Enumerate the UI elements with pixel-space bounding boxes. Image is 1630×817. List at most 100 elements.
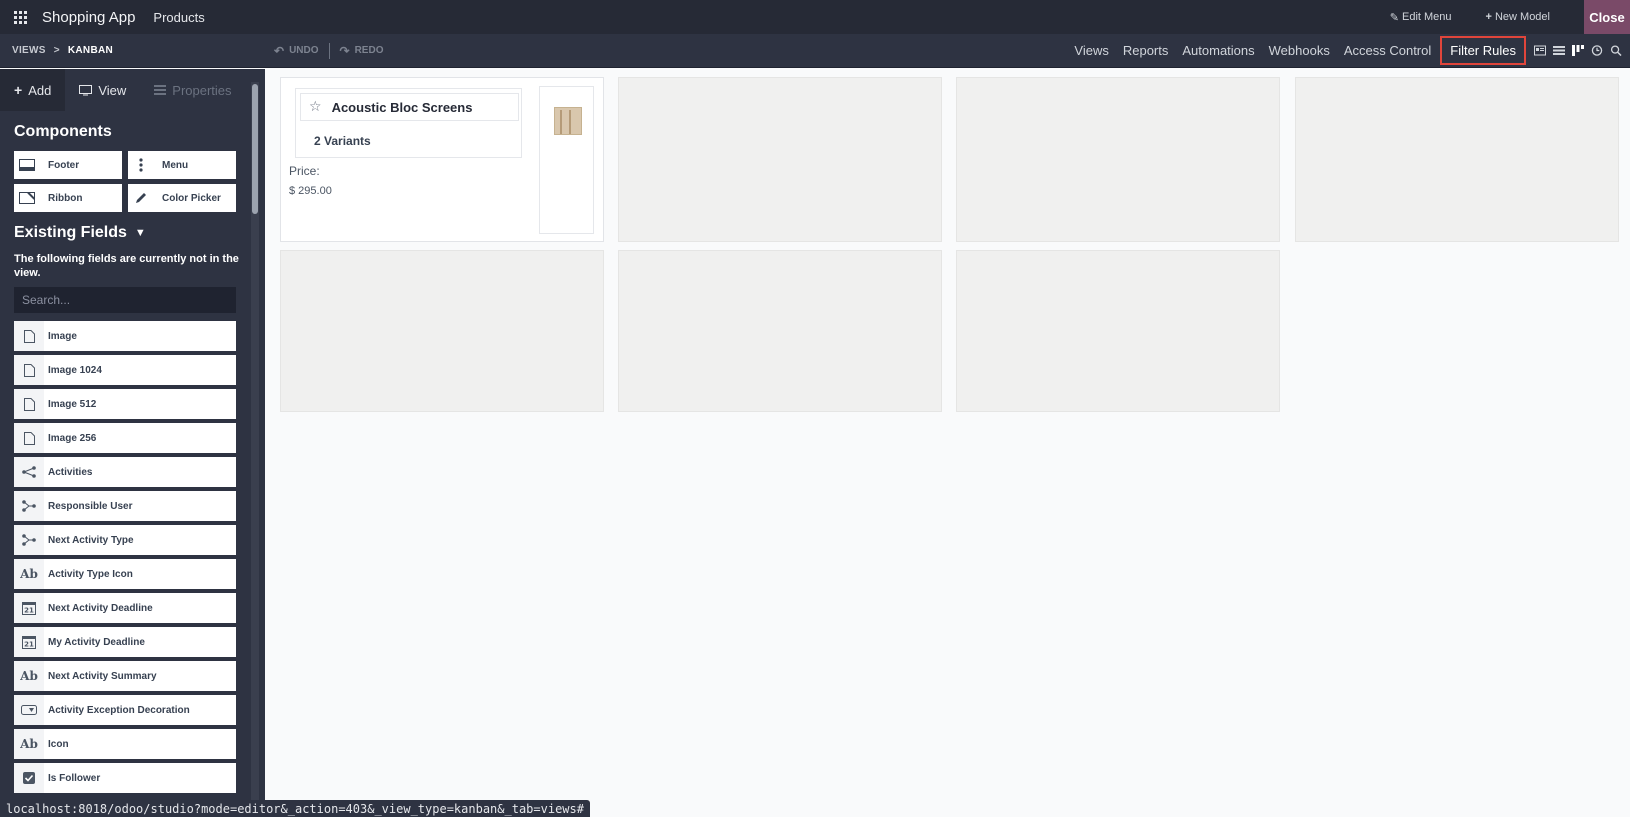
field-activities[interactable]: Activities	[14, 457, 236, 487]
card-title: Acoustic Bloc Screens	[331, 99, 473, 115]
file-icon	[14, 355, 44, 385]
menu-automations[interactable]: Automations	[1175, 43, 1261, 58]
list-view-icon[interactable]	[1553, 45, 1565, 56]
kanban-placeholder-card	[956, 250, 1280, 412]
share-icon	[14, 457, 44, 487]
selection-icon	[14, 695, 44, 725]
tab-add[interactable]: + Add	[0, 69, 66, 111]
kanban-placeholder-card	[956, 77, 1280, 242]
sidebar-scroll-thumb[interactable]	[252, 84, 258, 214]
file-icon	[14, 389, 44, 419]
component-menu[interactable]: Menu	[128, 151, 236, 179]
field-activity-type-icon[interactable]: Ab Activity Type Icon	[14, 559, 236, 589]
card-title-row: ☆ Acoustic Bloc Screens	[300, 93, 519, 121]
field-responsible-user[interactable]: Responsible User	[14, 491, 236, 521]
components-grid: Footer Menu Ribbon Color Picker	[14, 151, 265, 212]
menu-filter-rules[interactable]: Filter Rules	[1440, 36, 1526, 65]
ribbon-icon	[14, 184, 40, 212]
view-switcher	[1534, 45, 1622, 56]
menu-reports[interactable]: Reports	[1116, 43, 1176, 58]
app-title[interactable]: Shopping App	[42, 9, 135, 26]
star-icon[interactable]: ☆	[309, 99, 322, 115]
calendar-icon: 21	[14, 627, 44, 657]
close-studio-button[interactable]: Close	[1584, 0, 1630, 34]
plus-icon: +	[1485, 11, 1492, 23]
properties-icon	[154, 85, 167, 95]
studio-toolbar: VIEWS > KANBAN ↶ UNDO ↷ REDO Views Reports…	[0, 34, 1630, 68]
field-next-activity-deadline[interactable]: 21 Next Activity Deadline	[14, 593, 236, 623]
divider	[328, 42, 330, 59]
studio-sidebar: + Add View Properties Components Footer …	[0, 69, 265, 800]
kanban-card[interactable]: ☆ Acoustic Bloc Screens 2 Variants Price…	[280, 77, 604, 242]
redo-icon: ↷	[339, 43, 350, 58]
calendar-icon: 21	[14, 593, 44, 623]
undo-button[interactable]: ↶ UNDO	[274, 44, 319, 58]
menu-webhooks[interactable]: Webhooks	[1262, 43, 1337, 58]
text-icon: Ab	[14, 729, 44, 759]
tab-view[interactable]: View	[65, 69, 140, 111]
new-model-button[interactable]: + New Model	[1486, 11, 1550, 23]
caret-down-icon: ▼	[134, 227, 146, 239]
breadcrumb-kanban: KANBAN	[67, 45, 114, 56]
breadcrumb: VIEWS > KANBAN	[12, 45, 113, 56]
field-search-input[interactable]	[14, 287, 236, 313]
breadcrumb-views[interactable]: VIEWS	[12, 45, 46, 56]
svg-text:21: 21	[24, 607, 34, 615]
search-view-icon[interactable]	[1610, 45, 1622, 56]
file-icon	[14, 423, 44, 453]
menu-views[interactable]: Views	[1067, 43, 1115, 58]
kanban-placeholder-card	[280, 250, 604, 412]
field-image-512[interactable]: Image 512	[14, 389, 236, 419]
top-navbar: Shopping App Products ✎ Edit Menu + New …	[0, 0, 1630, 34]
components-heading: Components	[14, 123, 112, 140]
sidebar-tabs: + Add View Properties	[0, 69, 265, 111]
kebab-menu-icon	[128, 151, 154, 179]
status-url: localhost:8018/odoo/studio?mode=editor&_…	[0, 800, 590, 817]
product-image	[554, 107, 582, 135]
existing-fields-description: The following fields are currently not i…	[14, 253, 239, 279]
breadcrumb-separator: >	[53, 45, 60, 56]
field-icon[interactable]: Ab Icon	[14, 729, 236, 759]
field-my-activity-deadline[interactable]: 21 My Activity Deadline	[14, 627, 236, 657]
kanban-placeholder-card	[1295, 77, 1619, 242]
field-image[interactable]: Image	[14, 321, 236, 351]
field-is-follower[interactable]: Is Follower	[14, 763, 236, 793]
field-image-1024[interactable]: Image 1024	[14, 355, 236, 385]
existing-fields-heading[interactable]: Existing Fields ▼	[14, 224, 265, 242]
component-footer[interactable]: Footer	[14, 151, 122, 179]
kanban-placeholder-card	[618, 77, 942, 242]
component-ribbon[interactable]: Ribbon	[14, 184, 122, 212]
text-icon: Ab	[14, 661, 44, 691]
card-title-box: ☆ Acoustic Bloc Screens 2 Variants	[295, 88, 522, 158]
pencil-icon	[128, 184, 154, 212]
relation-icon	[14, 525, 44, 555]
undo-redo-group: ↶ UNDO ↷ REDO	[274, 42, 384, 59]
menu-access-control[interactable]: Access Control	[1337, 43, 1438, 58]
checkbox-icon	[14, 763, 44, 793]
activity-view-icon[interactable]	[1591, 45, 1603, 56]
card-image-box	[539, 86, 594, 234]
pencil-icon: ✎	[1389, 11, 1399, 24]
kanban-view-icon[interactable]	[1572, 45, 1584, 56]
component-color-picker[interactable]: Color Picker	[128, 184, 236, 212]
field-image-256[interactable]: Image 256	[14, 423, 236, 453]
edit-menu-button[interactable]: ✎ Edit Menu	[1390, 11, 1452, 24]
card-variants: 2 Variants	[314, 134, 371, 148]
tab-properties[interactable]: Properties	[140, 69, 245, 111]
price-value: $ 295.00	[289, 185, 332, 197]
undo-icon: ↶	[274, 43, 285, 58]
kanban-view: ☆ Acoustic Bloc Screens 2 Variants Price…	[266, 69, 1630, 817]
field-next-activity-summary[interactable]: Ab Next Activity Summary	[14, 661, 236, 691]
price-label: Price:	[289, 164, 320, 178]
kanban-placeholder-card	[618, 250, 942, 412]
field-activity-exception-decoration[interactable]: Activity Exception Decoration	[14, 695, 236, 725]
apps-menu-icon[interactable]	[0, 0, 40, 34]
svg-text:21: 21	[24, 641, 34, 649]
field-next-activity-type[interactable]: Next Activity Type	[14, 525, 236, 555]
form-view-icon[interactable]	[1534, 45, 1546, 56]
relation-icon	[14, 491, 44, 521]
plus-icon: +	[14, 82, 23, 98]
redo-button[interactable]: ↷ REDO	[340, 44, 384, 58]
menu-item-products[interactable]: Products	[153, 10, 204, 25]
file-icon	[14, 321, 44, 351]
